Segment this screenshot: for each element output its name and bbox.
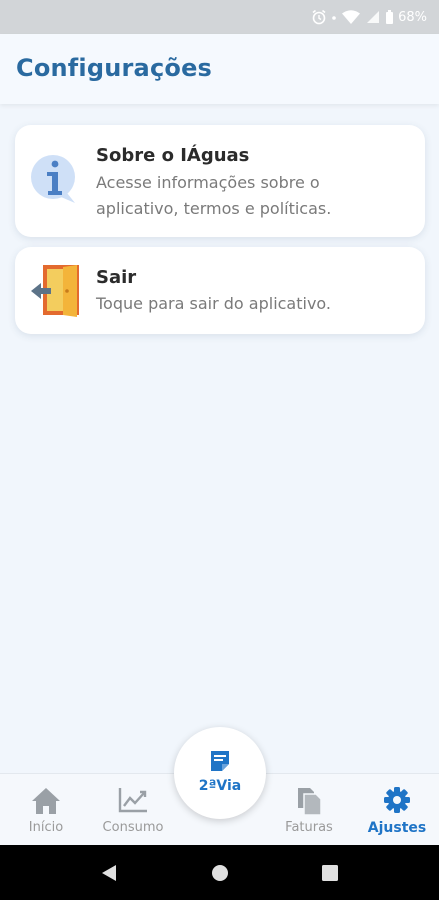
about-title: Sobre o IÁguas xyxy=(96,145,250,166)
status-bar: 68% xyxy=(0,0,439,34)
battery-icon xyxy=(385,9,394,25)
home-circle-icon[interactable] xyxy=(211,864,229,886)
nav-item-ajustes[interactable]: Ajustes xyxy=(364,774,430,846)
second-copy-label: 2ªVia xyxy=(198,778,242,794)
nav-item-home[interactable]: Início xyxy=(20,774,72,846)
gear-icon xyxy=(383,786,411,818)
nav-label-faturas: Faturas xyxy=(285,820,333,835)
nav-item-faturas[interactable]: Faturas xyxy=(278,774,340,846)
about-card[interactable]: Sobre o IÁguas Acesse informações sobre … xyxy=(15,125,425,237)
nav-label-ajustes: Ajustes xyxy=(367,820,427,836)
dot-icon xyxy=(331,9,337,25)
logout-card[interactable]: Sair Toque para sair do aplicativo. xyxy=(15,247,425,334)
system-navigation-bar xyxy=(0,845,439,900)
nav-label-home: Início xyxy=(28,820,64,835)
chart-icon xyxy=(117,786,149,818)
about-description: Acesse informações sobre o aplicativo, t… xyxy=(96,173,332,218)
page-title: Configurações xyxy=(16,54,213,82)
logout-title: Sair xyxy=(96,267,137,288)
logout-description: Toque para sair do aplicativo. xyxy=(96,294,332,313)
battery-percent: 68% xyxy=(398,9,427,25)
wifi-icon xyxy=(341,9,361,25)
app-header: Configurações xyxy=(0,34,439,104)
nav-item-consumo[interactable]: Consumo xyxy=(97,774,169,846)
second-copy-button[interactable]: 2ªVia xyxy=(174,727,266,819)
status-icons: 68% xyxy=(311,8,427,26)
info-icon xyxy=(29,153,77,209)
home-icon xyxy=(30,786,62,820)
alarm-icon xyxy=(311,9,327,25)
nav-label-consumo: Consumo xyxy=(102,820,164,835)
logout-door-icon xyxy=(29,263,85,323)
signal-icon xyxy=(365,9,381,25)
recents-icon[interactable] xyxy=(321,864,339,886)
back-icon[interactable] xyxy=(100,864,118,886)
document-icon xyxy=(209,749,231,777)
invoices-icon xyxy=(295,786,323,820)
